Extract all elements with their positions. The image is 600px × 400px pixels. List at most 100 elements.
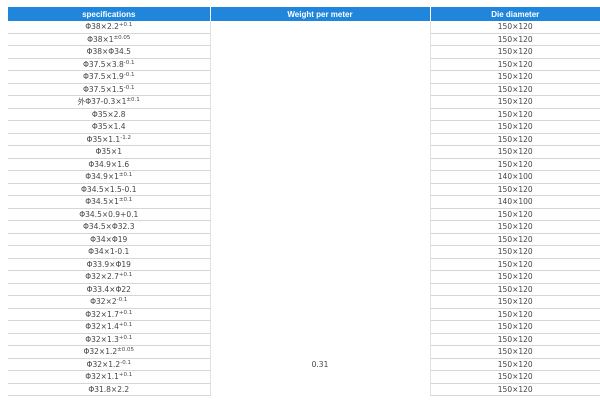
cell-weight-per-meter: [210, 145, 431, 158]
specification-text: Φ32×1.2: [86, 359, 121, 369]
page: specifications Weight per meter Die diam…: [0, 0, 600, 400]
cell-die-diameter: 150×120: [430, 295, 600, 309]
cell-weight-per-meter: [210, 158, 431, 171]
table-row: Φ33.9×Φ19 150×120: [8, 258, 600, 271]
weight-value: 0.31: [311, 359, 329, 369]
specification-text: Φ34.5×Φ32.3: [83, 222, 135, 232]
header-weight-per-meter: Weight per meter: [210, 7, 431, 21]
cell-die-diameter: 150×120: [430, 33, 600, 46]
specification-text: Φ38×2.2: [85, 22, 119, 32]
cell-die-diameter: 140×100: [430, 170, 600, 184]
cell-weight-per-meter: 0.31: [210, 358, 431, 371]
cell-specification: Φ35×1.1-1.2: [8, 133, 211, 146]
table-row: Φ32×1.2±0.05 150×120: [8, 345, 600, 359]
table-row: Φ35×2.8 150×120: [8, 108, 600, 121]
table-row: Φ32×1.7+0.1 150×120: [8, 308, 600, 321]
specification-text: Φ34.9×1.6: [88, 159, 130, 169]
tolerance-superscript: +0.1: [118, 372, 133, 379]
tolerance-superscript: -0.1: [123, 84, 135, 91]
table-row: Φ35×1.4 150×120: [8, 120, 600, 134]
specification-text: Φ34.5×1.5-0.1: [81, 184, 137, 194]
specification-text: Φ32×1.4: [85, 322, 119, 332]
cell-weight-per-meter: [210, 83, 431, 96]
cell-specification: 外Φ37-0.3×1±0.1: [8, 95, 211, 109]
cell-weight-per-meter: [210, 308, 431, 321]
specification-text: Φ32×2: [90, 297, 117, 307]
cell-specification: Φ35×1: [8, 145, 211, 159]
cell-die-diameter: 150×120: [430, 183, 600, 196]
cell-specification: Φ32×1.2-0.1: [8, 358, 211, 371]
cell-die-diameter: 150×120: [430, 158, 600, 171]
table-row: Φ32×2-0.1 150×120: [8, 295, 600, 309]
cell-specification: Φ34.5×0.9+0.1: [8, 208, 211, 221]
cell-specification: Φ32×1.3+0.1: [8, 333, 211, 346]
cell-weight-per-meter: [210, 345, 431, 358]
cell-weight-per-meter: [210, 270, 431, 283]
cell-weight-per-meter: [210, 195, 431, 208]
cell-specification: Φ34.9×1±0.1: [8, 170, 211, 184]
specification-text: Φ37.5×3.8: [82, 59, 124, 69]
cell-weight-per-meter: [210, 70, 431, 83]
tolerance-superscript: +0.1: [118, 309, 133, 316]
tolerance-superscript: +0.1: [118, 22, 133, 29]
table-row: Φ38×2.2+0.1 150×120: [8, 21, 600, 34]
cell-die-diameter: 150×120: [430, 258, 600, 271]
tolerance-superscript: +0.1: [118, 322, 133, 329]
table-body: Φ38×2.2+0.1 150×120 Φ38×1±0.05 150×120 Φ38×Φ…: [8, 21, 600, 396]
cell-specification: Φ31.8×2.2: [8, 383, 211, 396]
specification-text: Φ32×1.2: [83, 347, 118, 357]
cell-weight-per-meter: [210, 320, 431, 333]
table-row: Φ32×1.4+0.1 150×120: [8, 320, 600, 334]
cell-weight-per-meter: [210, 208, 431, 221]
table-row: Φ37.5×1.9-0.1 150×120: [8, 70, 600, 84]
cell-die-diameter: 150×120: [430, 83, 600, 96]
cell-specification: Φ37.5×3.8-0.1: [8, 58, 211, 71]
specification-text: Φ33.4×Φ22: [86, 284, 131, 294]
cell-die-diameter: 150×120: [430, 220, 600, 234]
tolerance-superscript: ±0.05: [117, 347, 135, 354]
cell-die-diameter: 150×120: [430, 308, 600, 321]
table-header: specifications Weight per meter Die diam…: [8, 7, 600, 21]
specification-text: Φ34.5×1: [85, 197, 119, 207]
cell-specification: Φ32×1.2±0.05: [8, 345, 211, 359]
cell-die-diameter: 150×120: [430, 70, 600, 84]
cell-specification: Φ35×2.8: [8, 108, 211, 121]
tolerance-superscript: -1.2: [120, 134, 131, 141]
cell-die-diameter: 150×120: [430, 21, 600, 34]
table-row: Φ34×1-0.1 150×120: [8, 245, 600, 259]
cell-die-diameter: 150×120: [430, 283, 600, 296]
specification-text: Φ32×2.7: [85, 272, 119, 282]
tolerance-superscript: +0.1: [118, 272, 133, 279]
cell-specification: Φ32×1.1+0.1: [8, 370, 211, 384]
cell-weight-per-meter: [210, 45, 431, 58]
cell-specification: Φ32×2-0.1: [8, 295, 211, 309]
table-row: Φ38×Φ34.5 150×120: [8, 45, 600, 59]
cell-weight-per-meter: [210, 108, 431, 121]
table-row: Φ37.5×1.5-0.1 150×120: [8, 83, 600, 96]
cell-specification: Φ35×1.4: [8, 120, 211, 134]
cell-die-diameter: 150×120: [430, 45, 600, 59]
cell-weight-per-meter: [210, 245, 431, 258]
table-row: Φ34.9×1±0.1 140×100: [8, 170, 600, 184]
specification-text: Φ34×1-0.1: [88, 247, 130, 257]
cell-weight-per-meter: [210, 58, 431, 71]
cell-specification: Φ34.5×Φ32.3: [8, 220, 211, 234]
specification-text: Φ33.9×Φ19: [86, 259, 131, 269]
cell-specification: Φ34.5×1±0.1: [8, 195, 211, 209]
table-row: Φ32×2.7+0.1 150×120: [8, 270, 600, 284]
cell-specification: Φ32×1.7+0.1: [8, 308, 211, 321]
tolerance-superscript: -0.1: [123, 72, 135, 79]
cell-specification: Φ32×1.4+0.1: [8, 320, 211, 334]
specification-text: Φ32×1.3: [85, 334, 119, 344]
tolerance-superscript: +0.1: [118, 334, 133, 341]
cell-die-diameter: 150×120: [430, 233, 600, 246]
header-row: specifications Weight per meter Die diam…: [8, 7, 600, 21]
table-row: Φ35×1.1-1.2 150×120: [8, 133, 600, 146]
cell-die-diameter: 150×120: [430, 333, 600, 346]
cell-specification: Φ34×Φ19: [8, 233, 211, 246]
specification-text: Φ31.8×2.2: [88, 384, 130, 394]
cell-die-diameter: 140×100: [430, 195, 600, 209]
cell-die-diameter: 150×120: [430, 345, 600, 359]
cell-specification: Φ32×2.7+0.1: [8, 270, 211, 284]
cell-die-diameter: 150×120: [430, 320, 600, 334]
